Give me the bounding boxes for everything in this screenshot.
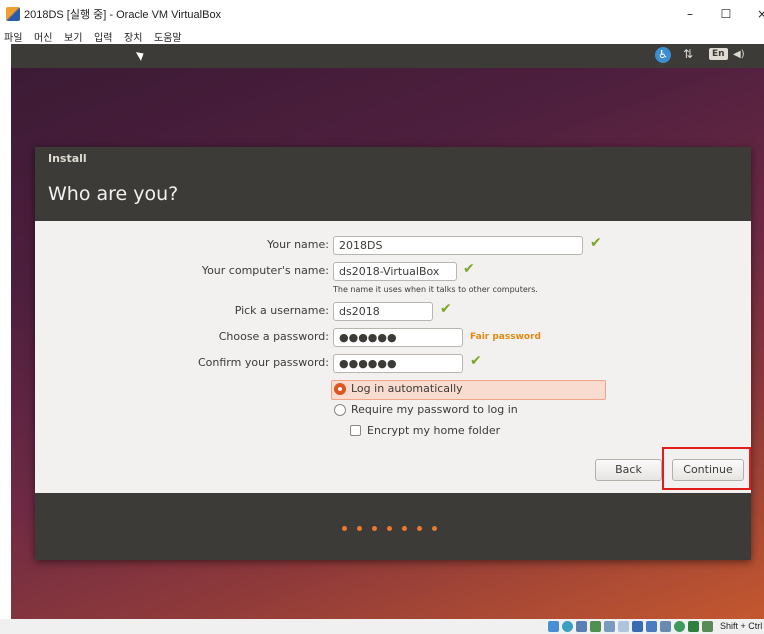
username-label: Pick a username:: [234, 304, 329, 317]
computer-name-hint: The name it uses when it talks to other …: [333, 285, 538, 294]
vm-screen[interactable]: ♿ ⇅ En ◀) Install Who are you? Your name…: [11, 44, 764, 619]
menu-devices[interactable]: 장치: [124, 29, 142, 44]
guest-additions-icon[interactable]: [674, 621, 685, 632]
menu-machine[interactable]: 머신: [34, 29, 52, 44]
progress-dot-7: [432, 526, 437, 531]
progress-dot-4: [387, 526, 392, 531]
login-auto-label[interactable]: Log in automatically: [351, 382, 463, 395]
audio-icon[interactable]: [576, 621, 587, 632]
optical-drive-icon[interactable]: [562, 621, 573, 632]
minimize-button[interactable]: –: [676, 4, 704, 24]
menu-bar: 파일 머신 보기 입력 장치 도움말: [0, 28, 764, 44]
progress-dot-1: [342, 526, 347, 531]
close-button[interactable]: ×: [748, 4, 764, 24]
keyboard-language-indicator[interactable]: En: [709, 48, 728, 60]
menu-help[interactable]: 도움말: [154, 29, 182, 44]
require-password-radio[interactable]: [334, 404, 346, 416]
computer-name-label: Your computer's name:: [201, 264, 329, 277]
window-titlebar: 2018DS [실행 중] - Oracle VM VirtualBox – ☐…: [0, 0, 764, 28]
your-name-label: Your name:: [267, 238, 329, 251]
recording-icon[interactable]: [646, 621, 657, 632]
maximize-button[interactable]: ☐: [712, 4, 740, 24]
window-title: 2018DS [실행 중] - Oracle VM VirtualBox: [24, 9, 222, 21]
accessibility-icon[interactable]: ♿: [655, 47, 671, 63]
require-password-label[interactable]: Require my password to log in: [351, 403, 518, 416]
dialog-footer: [35, 493, 751, 560]
your-name-valid-icon: ✔: [590, 235, 602, 251]
installer-dialog: Install Who are you? Your name: Your com…: [35, 147, 751, 560]
field-labels: Your name: Your computer's name: Pick a …: [35, 147, 329, 447]
display-icon[interactable]: [632, 621, 643, 632]
login-auto-radio[interactable]: [334, 383, 346, 395]
guest-top-panel: ♿ ⇅ En ◀): [11, 44, 764, 68]
status-bar: Shift + Ctrl: [0, 619, 764, 634]
confirm-password-input[interactable]: ●●●●●●: [333, 354, 463, 373]
back-button[interactable]: Back: [595, 459, 662, 481]
encrypt-home-checkbox[interactable]: [350, 425, 361, 436]
password-label: Choose a password:: [218, 330, 329, 343]
menu-file[interactable]: 파일: [4, 29, 22, 44]
virtualbox-icon: [6, 7, 20, 21]
progress-dot-2: [357, 526, 362, 531]
confirm-password-label: Confirm your password:: [197, 356, 329, 369]
username-valid-icon: ✔: [440, 301, 452, 317]
menu-input[interactable]: 입력: [94, 29, 112, 44]
computer-name-valid-icon: ✔: [463, 261, 475, 277]
mouse-cursor-icon: [135, 49, 147, 61]
confirm-password-valid-icon: ✔: [470, 353, 482, 369]
usb-icon[interactable]: [604, 621, 615, 632]
progress-dot-5: [402, 526, 407, 531]
encrypt-home-label[interactable]: Encrypt my home folder: [367, 424, 500, 437]
cpu-icon[interactable]: [660, 621, 671, 632]
hard-disk-icon[interactable]: [548, 621, 559, 632]
password-input[interactable]: ●●●●●●: [333, 328, 463, 347]
mouse-integration-icon[interactable]: [688, 621, 699, 632]
volume-icon[interactable]: ◀): [733, 49, 745, 60]
progress-dot-6: [417, 526, 422, 531]
username-input[interactable]: ds2018: [333, 302, 433, 321]
your-name-input[interactable]: 2018DS: [333, 236, 583, 255]
shared-folder-icon[interactable]: [618, 621, 629, 632]
menu-view[interactable]: 보기: [64, 29, 82, 44]
computer-name-input[interactable]: ds2018-VirtualBox: [333, 262, 457, 281]
host-key-label: Shift + Ctrl: [720, 621, 763, 631]
password-strength: Fair password: [470, 332, 541, 342]
keyboard-capture-icon[interactable]: [702, 621, 713, 632]
continue-button[interactable]: Continue: [672, 459, 744, 481]
progress-dot-3: [372, 526, 377, 531]
network-adapter-icon[interactable]: [590, 621, 601, 632]
network-icon[interactable]: ⇅: [683, 47, 693, 61]
